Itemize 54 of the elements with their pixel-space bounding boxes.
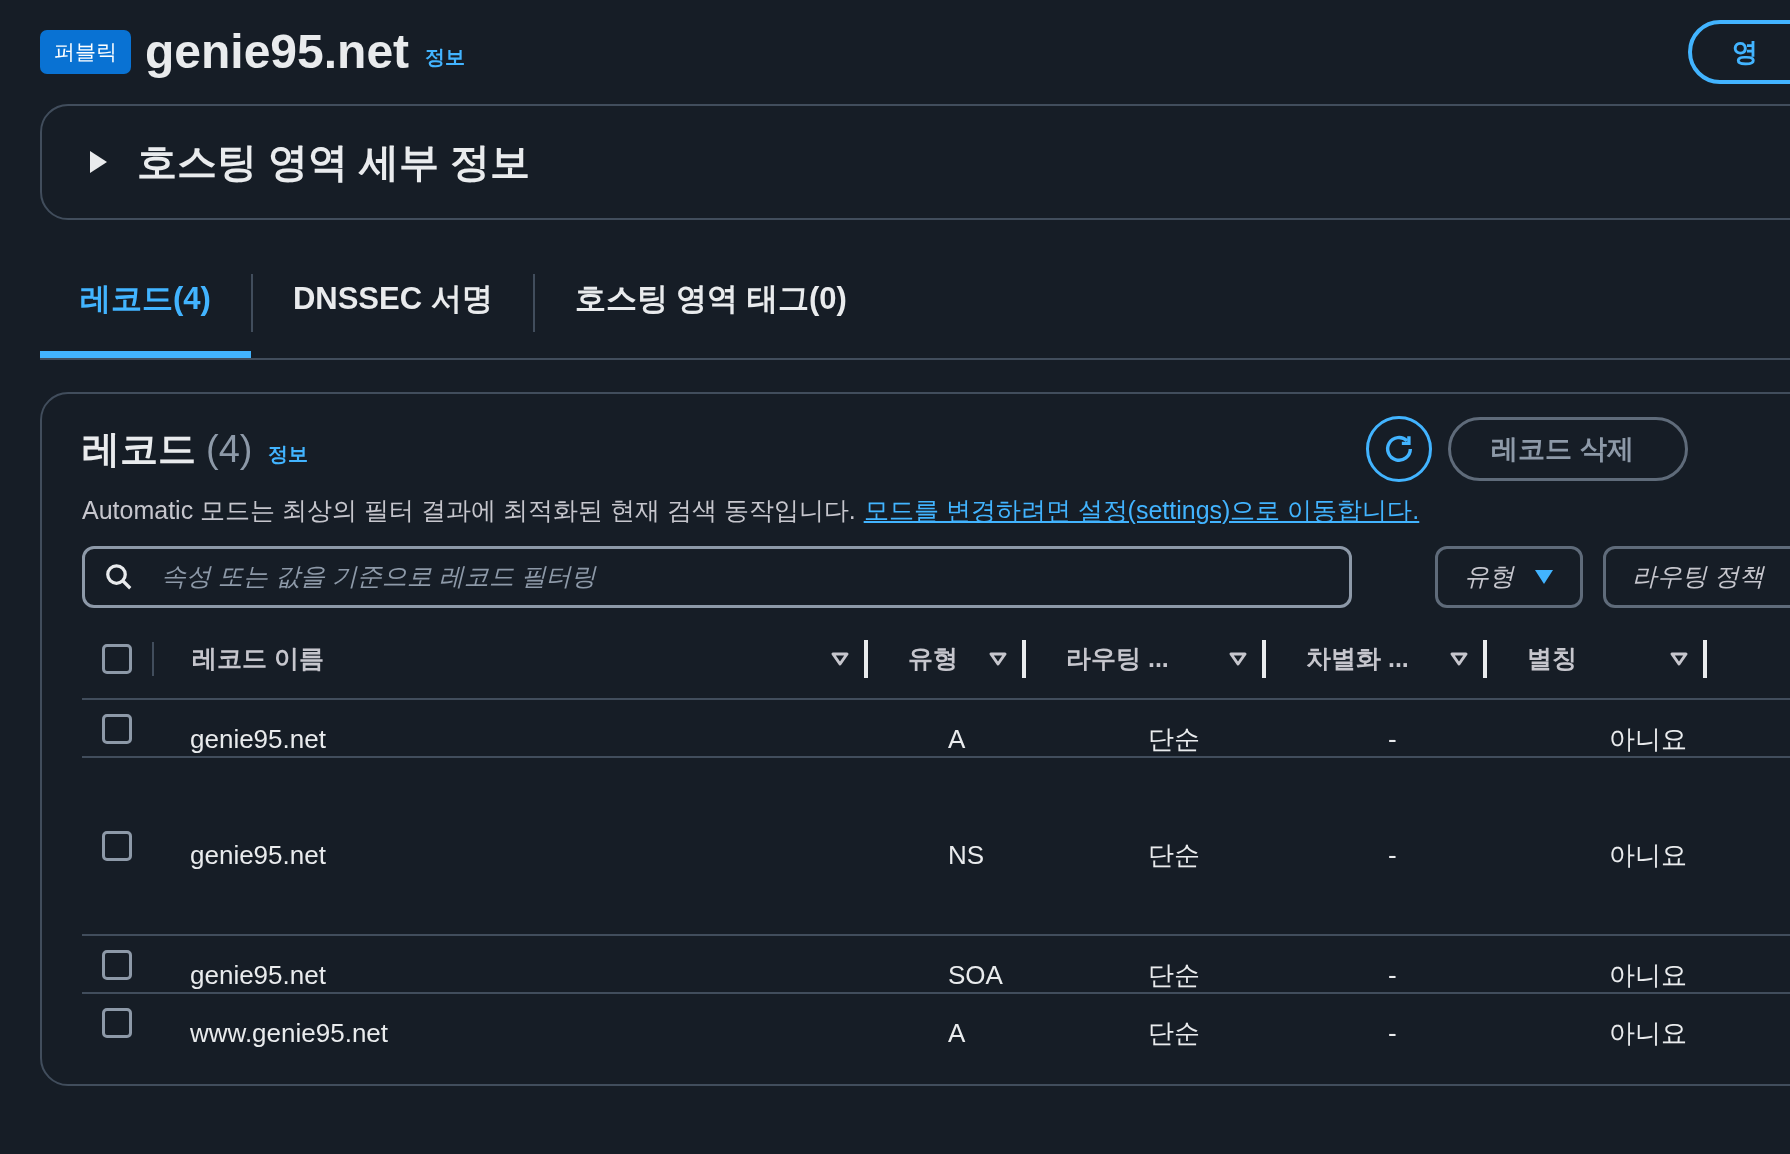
sort-icon[interactable] <box>1669 650 1689 667</box>
table-cell-text: A <box>948 1017 966 1050</box>
checkbox[interactable] <box>102 643 132 674</box>
column-header[interactable]: 차별화 ... <box>1304 639 1409 678</box>
checkbox[interactable] <box>102 949 132 980</box>
filter-dropdown[interactable]: 라우팅 정책 <box>1602 545 1790 608</box>
table-cell-text: - <box>1388 959 1397 992</box>
checkbox[interactable] <box>102 830 132 861</box>
info-link[interactable]: 정보 <box>268 439 309 469</box>
sort-icon[interactable] <box>830 650 850 667</box>
public-badge: 퍼블릭 <box>40 30 131 74</box>
checkbox[interactable] <box>102 1007 132 1038</box>
details-toggle[interactable]: 호스팅 영역 세부 정보 <box>87 132 531 192</box>
table-cell-text: - <box>1388 839 1397 872</box>
table-cell-text: 단순 <box>1148 839 1200 872</box>
checkbox[interactable] <box>102 713 132 744</box>
table-cell-text: 아니요 <box>1609 959 1687 992</box>
table-cell-text: - <box>1388 723 1397 756</box>
table-cell-text: 아니요 <box>1609 723 1687 756</box>
filter-dropdown[interactable]: 유형 <box>1434 545 1583 608</box>
records-heading: 레코드 <box>82 426 196 472</box>
table-cell-text: 단순 <box>1148 723 1200 756</box>
page-title: genie95.net <box>145 24 410 80</box>
table-cell-text: genie95.net <box>190 723 326 756</box>
search-icon <box>104 561 134 592</box>
table-cell-text: 단순 <box>1148 959 1200 992</box>
delete-records-button[interactable]: 레코드 삭제 <box>1448 417 1689 481</box>
mode-description: Automatic 모드는 최상의 필터 결과에 최적화된 현재 검색 동작입니다. <box>82 495 856 526</box>
sort-icon[interactable] <box>1449 650 1469 667</box>
column-header[interactable]: 라우팅 ... <box>1064 639 1169 678</box>
table-cell-text: 단순 <box>1148 1017 1200 1050</box>
table-cell-text: genie95.net <box>190 839 326 872</box>
table-cell-text: www.genie95.net <box>190 1017 389 1050</box>
table-cell-text: - <box>1388 1017 1397 1050</box>
tab[interactable]: DNSSEC 서명 <box>252 248 533 358</box>
column-header[interactable]: 별칭 <box>1525 639 1577 678</box>
records-count: (4) <box>206 426 253 472</box>
table-cell-text: A <box>948 723 966 756</box>
settings-link[interactable]: 모드를 변경하려면 설정(settings)으로 이동합니다. <box>863 492 1420 530</box>
refresh-button[interactable] <box>1366 416 1433 482</box>
tab[interactable]: 레코드(4) <box>40 248 251 358</box>
tab[interactable]: 호스팅 영역 태그(0) <box>534 248 887 358</box>
zone-action-button[interactable]: 영 <box>1688 20 1790 84</box>
column-header[interactable]: 레코드 이름 <box>190 639 324 678</box>
table-cell-text: 아니요 <box>1609 1017 1687 1050</box>
sort-icon[interactable] <box>988 650 1008 667</box>
table-cell-text: 아니요 <box>1609 839 1687 872</box>
search-field[interactable]: 속성 또는 값을 기준으로 레코드 필터링 <box>82 545 1352 608</box>
sort-icon[interactable] <box>1228 650 1248 667</box>
table-cell-text: genie95.net <box>190 959 326 992</box>
info-link[interactable]: 정보 <box>425 42 466 72</box>
table-cell-text: SOA <box>948 959 1003 992</box>
column-header[interactable]: 유형 <box>906 639 958 678</box>
table-cell-text: NS <box>948 839 985 872</box>
